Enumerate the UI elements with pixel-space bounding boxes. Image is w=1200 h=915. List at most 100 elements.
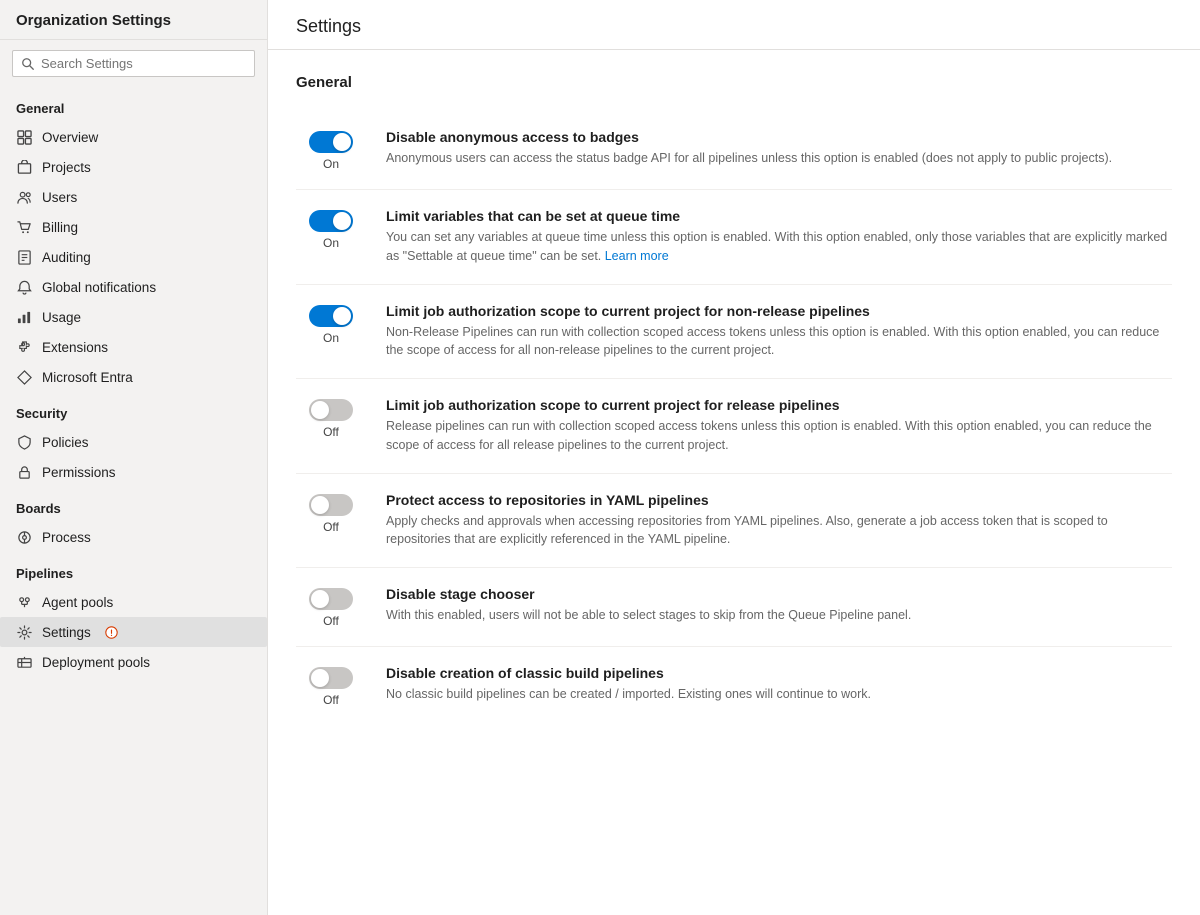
- toggle-knob-anonymous-badge: [333, 133, 351, 151]
- toggle-knob-limit-job-auth-release: [311, 401, 329, 419]
- setting-desc-disable-stage-chooser: With this enabled, users will not be abl…: [386, 606, 1172, 625]
- sidebar-item-global-notifications[interactable]: Global notifications: [0, 272, 267, 302]
- toggle-area-disable-classic-build: Off: [296, 665, 366, 707]
- sidebar-item-projects[interactable]: Projects: [0, 152, 267, 182]
- setting-title-anonymous-badge: Disable anonymous access to badges: [386, 129, 1172, 145]
- toggle-limit-job-auth-release[interactable]: [309, 399, 353, 421]
- toggle-label-protect-yaml: Off: [323, 520, 339, 534]
- lock-icon: [16, 464, 32, 480]
- toggle-area-limit-variables: On: [296, 208, 366, 250]
- sidebar-item-label-settings: Settings: [42, 625, 91, 640]
- toggle-label-limit-variables: On: [323, 236, 339, 250]
- toggle-anonymous-badge[interactable]: [309, 131, 353, 153]
- toggle-limit-variables[interactable]: [309, 210, 353, 232]
- sidebar-item-users[interactable]: Users: [0, 182, 267, 212]
- sidebar-item-label-auditing: Auditing: [42, 250, 91, 265]
- setting-desc-limit-job-auth-non-release: Non-Release Pipelines can run with colle…: [386, 323, 1172, 361]
- sidebar-item-label-deployment-pools: Deployment pools: [42, 655, 150, 670]
- toggle-area-limit-job-auth-non-release: On: [296, 303, 366, 345]
- grid-icon: [16, 129, 32, 145]
- setting-desc-limit-variables: You can set any variables at queue time …: [386, 228, 1172, 266]
- sidebar-item-label-extensions: Extensions: [42, 340, 108, 355]
- setting-row-limit-variables: On Limit variables that can be set at qu…: [296, 190, 1172, 285]
- setting-title-limit-variables: Limit variables that can be set at queue…: [386, 208, 1172, 224]
- main-content: Settings General On Disable anonymous ac…: [268, 0, 1200, 915]
- search-input[interactable]: [41, 56, 246, 71]
- sidebar-item-auditing[interactable]: Auditing: [0, 242, 267, 272]
- sidebar-item-settings[interactable]: Settings: [0, 617, 267, 647]
- setting-info-anonymous-badge: Disable anonymous access to badges Anony…: [386, 129, 1172, 168]
- sidebar-item-label-policies: Policies: [42, 435, 89, 450]
- toggle-disable-stage-chooser[interactable]: [309, 588, 353, 610]
- sidebar-item-label-billing: Billing: [42, 220, 78, 235]
- setting-row-protect-yaml: Off Protect access to repositories in YA…: [296, 474, 1172, 569]
- section-label-pipelines: Pipelines: [0, 552, 267, 587]
- sidebar-item-agent-pools[interactable]: Agent pools: [0, 587, 267, 617]
- setting-desc-anonymous-badge: Anonymous users can access the status ba…: [386, 149, 1172, 168]
- toggle-area-anonymous-badge: On: [296, 129, 366, 171]
- setting-title-disable-stage-chooser: Disable stage chooser: [386, 586, 1172, 602]
- toggle-knob-limit-variables: [333, 212, 351, 230]
- sidebar-item-deployment-pools[interactable]: Deployment pools: [0, 647, 267, 677]
- toggle-knob-protect-yaml: [311, 496, 329, 514]
- shield-lock-icon: [16, 434, 32, 450]
- cart-icon: [16, 219, 32, 235]
- sidebar-item-label-global-notifications: Global notifications: [42, 280, 156, 295]
- diamond-icon: [16, 369, 32, 385]
- chart-icon: [16, 309, 32, 325]
- setting-info-limit-variables: Limit variables that can be set at queue…: [386, 208, 1172, 266]
- setting-row-disable-stage-chooser: Off Disable stage chooser With this enab…: [296, 568, 1172, 647]
- toggle-knob-limit-job-auth-non-release: [333, 307, 351, 325]
- toggle-limit-job-auth-non-release[interactable]: [309, 305, 353, 327]
- sidebar: Organization Settings GeneralOverviewPro…: [0, 0, 268, 915]
- sidebar-item-label-permissions: Permissions: [42, 465, 116, 480]
- sidebar-item-permissions[interactable]: Permissions: [0, 457, 267, 487]
- toggle-protect-yaml[interactable]: [309, 494, 353, 516]
- sidebar-item-label-overview: Overview: [42, 130, 98, 145]
- setting-info-limit-job-auth-non-release: Limit job authorization scope to current…: [386, 303, 1172, 361]
- puzzle-icon: [16, 339, 32, 355]
- setting-desc-disable-classic-build: No classic build pipelines can be create…: [386, 685, 1172, 704]
- sidebar-item-label-microsoft-entra: Microsoft Entra: [42, 370, 133, 385]
- gear-icon: [16, 624, 32, 640]
- sidebar-item-overview[interactable]: Overview: [0, 122, 267, 152]
- toggle-knob-disable-stage-chooser: [311, 590, 329, 608]
- sidebar-item-usage[interactable]: Usage: [0, 302, 267, 332]
- setting-row-limit-job-auth-non-release: On Limit job authorization scope to curr…: [296, 285, 1172, 380]
- sidebar-item-billing[interactable]: Billing: [0, 212, 267, 242]
- setting-title-protect-yaml: Protect access to repositories in YAML p…: [386, 492, 1172, 508]
- setting-desc-protect-yaml: Apply checks and approvals when accessin…: [386, 512, 1172, 550]
- toggle-label-anonymous-badge: On: [323, 157, 339, 171]
- search-icon: [21, 57, 35, 71]
- sidebar-item-label-usage: Usage: [42, 310, 81, 325]
- sidebar-item-policies[interactable]: Policies: [0, 427, 267, 457]
- section-label-boards: Boards: [0, 487, 267, 522]
- sidebar-item-label-process: Process: [42, 530, 91, 545]
- sidebar-item-label-projects: Projects: [42, 160, 91, 175]
- toggle-label-disable-classic-build: Off: [323, 693, 339, 707]
- toggle-disable-classic-build[interactable]: [309, 667, 353, 689]
- deployment-icon: [16, 654, 32, 670]
- setting-title-limit-job-auth-non-release: Limit job authorization scope to current…: [386, 303, 1172, 319]
- toggle-label-limit-job-auth-non-release: On: [323, 331, 339, 345]
- sidebar-item-process[interactable]: Process: [0, 522, 267, 552]
- setting-title-disable-classic-build: Disable creation of classic build pipeli…: [386, 665, 1172, 681]
- toggle-knob-disable-classic-build: [311, 669, 329, 687]
- sidebar-item-extensions[interactable]: Extensions: [0, 332, 267, 362]
- toggle-area-disable-stage-chooser: Off: [296, 586, 366, 628]
- settings-warning-icon: [105, 625, 119, 639]
- box-icon: [16, 159, 32, 175]
- toggle-area-limit-job-auth-release: Off: [296, 397, 366, 439]
- search-box[interactable]: [12, 50, 255, 77]
- setting-link-limit-variables[interactable]: Learn more: [605, 249, 669, 263]
- toggle-area-protect-yaml: Off: [296, 492, 366, 534]
- process-icon: [16, 529, 32, 545]
- bell-icon: [16, 279, 32, 295]
- setting-row-anonymous-badge: On Disable anonymous access to badges An…: [296, 111, 1172, 190]
- setting-row-limit-job-auth-release: Off Limit job authorization scope to cur…: [296, 379, 1172, 474]
- users-icon: [16, 189, 32, 205]
- toggle-label-disable-stage-chooser: Off: [323, 614, 339, 628]
- sidebar-nav: GeneralOverviewProjectsUsersBillingAudit…: [0, 87, 267, 677]
- sidebar-item-microsoft-entra[interactable]: Microsoft Entra: [0, 362, 267, 392]
- sidebar-title: Organization Settings: [0, 0, 267, 40]
